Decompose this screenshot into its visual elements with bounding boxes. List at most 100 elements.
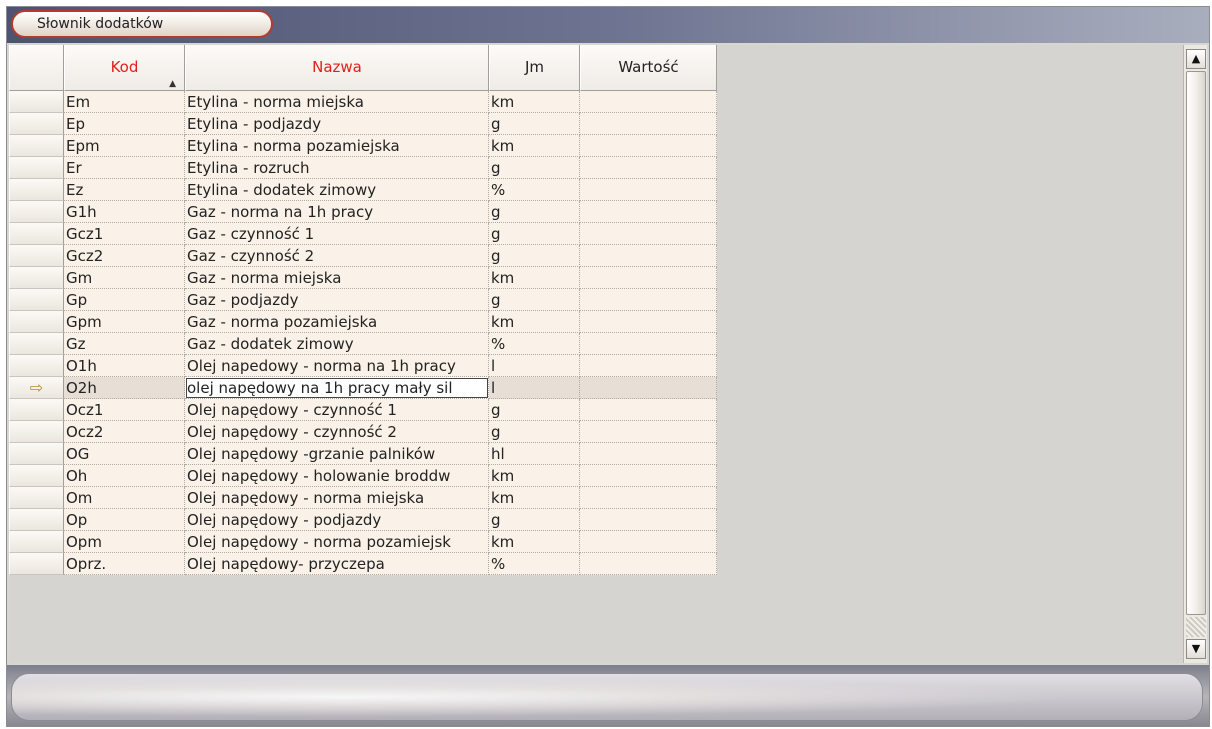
scroll-thumb[interactable] bbox=[1186, 71, 1206, 615]
cell-wartosc[interactable] bbox=[580, 223, 717, 245]
cell-wartosc[interactable] bbox=[580, 113, 717, 135]
row-selector[interactable] bbox=[9, 553, 64, 575]
cell-kod[interactable]: Epm bbox=[64, 135, 185, 157]
cell-jm[interactable]: % bbox=[489, 179, 580, 201]
cell-kod[interactable]: Om bbox=[64, 487, 185, 509]
cell-kod[interactable]: Gcz1 bbox=[64, 223, 185, 245]
table-row[interactable]: Gz Gaz - dodatek zimowy% bbox=[9, 333, 717, 355]
cell-kod[interactable]: G1h bbox=[64, 201, 185, 223]
row-selector[interactable] bbox=[9, 157, 64, 179]
cell-kod[interactable]: Op bbox=[64, 509, 185, 531]
cell-nazwa[interactable]: Olej napędowy - podjazdy bbox=[185, 509, 489, 531]
scroll-up-icon[interactable]: ▲ bbox=[1186, 49, 1206, 69]
cell-jm[interactable]: km bbox=[489, 135, 580, 157]
cell-kod[interactable]: Ep bbox=[64, 113, 185, 135]
cell-nazwa[interactable]: Gaz - czynność 2 bbox=[185, 245, 489, 267]
table-row[interactable]: Gp Gaz - podjazdy g bbox=[9, 289, 717, 311]
cell-nazwa[interactable]: Etylina - dodatek zimowy bbox=[185, 179, 489, 201]
cell-wartosc[interactable] bbox=[580, 355, 717, 377]
cell-nazwa[interactable]: Olej napędowy -grzanie palników bbox=[185, 443, 489, 465]
cell-wartosc[interactable] bbox=[580, 311, 717, 333]
cell-jm[interactable]: g bbox=[489, 421, 580, 443]
row-selector[interactable] bbox=[9, 223, 64, 245]
table-row[interactable]: Ocz1 Olej napędowy - czynność 1g bbox=[9, 399, 717, 421]
row-selector[interactable] bbox=[9, 509, 64, 531]
cell-kod[interactable]: Gpm bbox=[64, 311, 185, 333]
cell-jm[interactable]: hl bbox=[489, 443, 580, 465]
cell-jm[interactable]: km bbox=[489, 465, 580, 487]
cell-wartosc[interactable] bbox=[580, 487, 717, 509]
cell-wartosc[interactable] bbox=[580, 267, 717, 289]
row-selector[interactable] bbox=[9, 355, 64, 377]
cell-nazwa[interactable]: olej napędowy na 1h pracy mały sil bbox=[185, 377, 489, 399]
cell-kod[interactable]: Gcz2 bbox=[64, 245, 185, 267]
cell-jm[interactable]: g bbox=[489, 245, 580, 267]
cell-jm[interactable]: g bbox=[489, 289, 580, 311]
row-selector[interactable] bbox=[9, 443, 64, 465]
table-row[interactable]: Gm Gaz - norma miejska km bbox=[9, 267, 717, 289]
cell-nazwa[interactable]: Olej napędowy - czynność 1 bbox=[185, 399, 489, 421]
cell-jm[interactable]: l bbox=[489, 377, 580, 399]
cell-wartosc[interactable] bbox=[580, 531, 717, 553]
cell-kod[interactable]: O2h bbox=[64, 377, 185, 399]
table-row[interactable]: Gcz1 Gaz - czynność 1g bbox=[9, 223, 717, 245]
cell-wartosc[interactable] bbox=[580, 399, 717, 421]
row-selector[interactable] bbox=[9, 245, 64, 267]
cell-nazwa[interactable]: Etylina - norma miejska bbox=[185, 91, 489, 113]
window-title-tab[interactable]: Słownik dodatków bbox=[11, 10, 273, 38]
cell-wartosc[interactable] bbox=[580, 157, 717, 179]
cell-wartosc[interactable] bbox=[580, 333, 717, 355]
cell-wartosc[interactable] bbox=[580, 245, 717, 267]
cell-jm[interactable]: g bbox=[489, 223, 580, 245]
cell-kod[interactable]: Opm bbox=[64, 531, 185, 553]
row-selector[interactable] bbox=[9, 201, 64, 223]
cell-nazwa[interactable]: Etylina - podjazdy bbox=[185, 113, 489, 135]
column-header-jm[interactable]: Jm bbox=[489, 45, 580, 91]
cell-jm[interactable]: g bbox=[489, 509, 580, 531]
table-row[interactable]: O1h Olej napedowy - norma na 1h pracy l bbox=[9, 355, 717, 377]
cell-nazwa[interactable]: Gaz - dodatek zimowy bbox=[185, 333, 489, 355]
cell-kod[interactable]: OG bbox=[64, 443, 185, 465]
table-row[interactable]: Epm Etylina - norma pozamiejska km bbox=[9, 135, 717, 157]
cell-nazwa[interactable]: Olej napędowy - holowanie broddw bbox=[185, 465, 489, 487]
table-row[interactable]: Gpm Gaz - norma pozamiejska km bbox=[9, 311, 717, 333]
cell-jm[interactable]: g bbox=[489, 399, 580, 421]
column-header-wartosc[interactable]: Wartość bbox=[580, 45, 717, 91]
cell-nazwa[interactable]: Gaz - podjazdy bbox=[185, 289, 489, 311]
cell-wartosc[interactable] bbox=[580, 443, 717, 465]
cell-wartosc[interactable] bbox=[580, 509, 717, 531]
cell-kod[interactable]: Ez bbox=[64, 179, 185, 201]
cell-kod[interactable]: Ocz2 bbox=[64, 421, 185, 443]
cell-kod[interactable]: Gz bbox=[64, 333, 185, 355]
table-row[interactable]: Ocz2 Olej napędowy - czynność 2g bbox=[9, 421, 717, 443]
row-selector[interactable] bbox=[9, 421, 64, 443]
table-row[interactable]: Oh Olej napędowy - holowanie broddw km bbox=[9, 465, 717, 487]
cell-wartosc[interactable] bbox=[580, 421, 717, 443]
row-selector[interactable] bbox=[9, 399, 64, 421]
table-row[interactable]: Ez Etylina - dodatek zimowy% bbox=[9, 179, 717, 201]
cell-kod[interactable]: O1h bbox=[64, 355, 185, 377]
cell-nazwa[interactable]: Gaz - czynność 1 bbox=[185, 223, 489, 245]
table-row[interactable]: Oprz. Olej napędowy- przyczepa% bbox=[9, 553, 717, 575]
cell-jm[interactable]: g bbox=[489, 157, 580, 179]
row-selector[interactable] bbox=[9, 267, 64, 289]
cell-nazwa[interactable]: Etylina - rozruch bbox=[185, 157, 489, 179]
cell-wartosc[interactable] bbox=[580, 201, 717, 223]
column-header-nazwa[interactable]: Nazwa bbox=[185, 45, 489, 91]
row-selector[interactable] bbox=[9, 487, 64, 509]
cell-kod[interactable]: Ocz1 bbox=[64, 399, 185, 421]
cell-wartosc[interactable] bbox=[580, 553, 717, 575]
table-row[interactable]: Er Etylina - rozruch g bbox=[9, 157, 717, 179]
cell-nazwa[interactable]: Olej napędowy- przyczepa bbox=[185, 553, 489, 575]
scroll-down-icon[interactable]: ▼ bbox=[1186, 639, 1206, 659]
cell-nazwa[interactable]: Olej napędowy - norma miejska bbox=[185, 487, 489, 509]
row-selector[interactable] bbox=[9, 289, 64, 311]
scroll-track[interactable] bbox=[1186, 617, 1206, 637]
cell-jm[interactable]: l bbox=[489, 355, 580, 377]
row-selector[interactable] bbox=[9, 113, 64, 135]
row-selector[interactable] bbox=[9, 179, 64, 201]
table-row[interactable]: Op Olej napędowy - podjazdy g bbox=[9, 509, 717, 531]
cell-kod[interactable]: Oprz. bbox=[64, 553, 185, 575]
row-selector[interactable] bbox=[9, 531, 64, 553]
cell-jm[interactable]: km bbox=[489, 487, 580, 509]
